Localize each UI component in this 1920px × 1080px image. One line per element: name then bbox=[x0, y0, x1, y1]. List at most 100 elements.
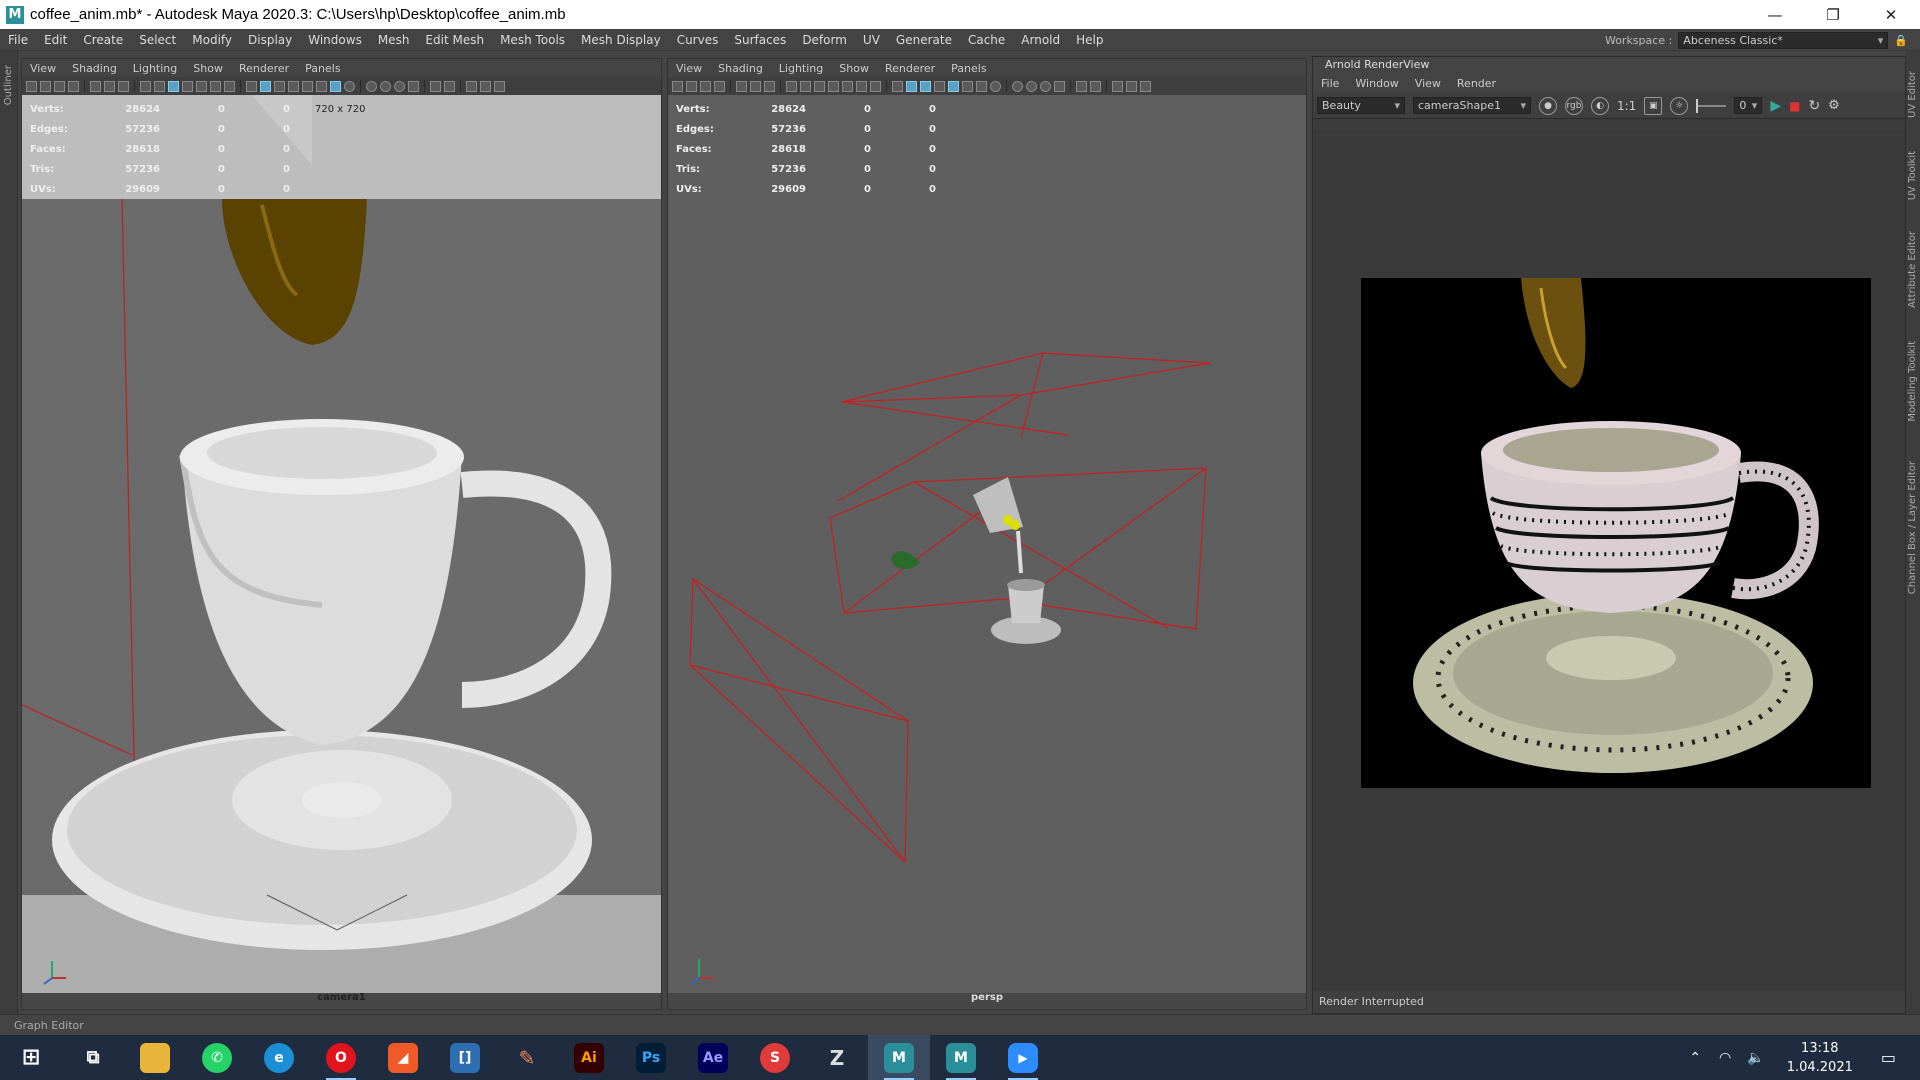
tab-channel-box[interactable]: Channel Box / Layer Editor bbox=[1907, 461, 1918, 594]
minimize-button[interactable]: — bbox=[1746, 0, 1804, 29]
menu-display[interactable]: Display bbox=[240, 33, 300, 47]
menu-curves[interactable]: Curves bbox=[669, 33, 727, 47]
menu-cache[interactable]: Cache bbox=[960, 33, 1013, 47]
exposure-slider[interactable] bbox=[1696, 98, 1727, 113]
smooth-shade-icon[interactable] bbox=[260, 80, 271, 92]
menu-mesh-display[interactable]: Mesh Display bbox=[573, 33, 669, 47]
taskbar-zbrush[interactable]: Z bbox=[806, 1035, 868, 1080]
gamma-icon[interactable] bbox=[480, 80, 491, 92]
default-material-icon[interactable] bbox=[920, 80, 931, 92]
screen-space-ao-icon[interactable] bbox=[366, 80, 377, 92]
color-management-icon[interactable] bbox=[1140, 80, 1151, 92]
menu-mesh-tools[interactable]: Mesh Tools bbox=[492, 33, 573, 47]
render-canvas[interactable] bbox=[1313, 130, 1905, 992]
taskbar-bracket-app[interactable]: [] bbox=[434, 1035, 496, 1080]
vp-menu-view[interactable]: View bbox=[668, 62, 710, 75]
menu-mesh[interactable]: Mesh bbox=[370, 33, 418, 47]
menu-deform[interactable]: Deform bbox=[794, 33, 855, 47]
volume-icon[interactable]: 🔈 bbox=[1747, 1050, 1764, 1066]
exposure-icon[interactable] bbox=[466, 80, 477, 92]
isolate-select-icon[interactable] bbox=[1076, 80, 1087, 92]
taskbar-edge[interactable]: e bbox=[248, 1035, 310, 1080]
motion-blur-icon[interactable] bbox=[380, 80, 391, 92]
start-button[interactable]: ⊞ bbox=[0, 1035, 62, 1080]
isolate-select-icon[interactable] bbox=[430, 80, 441, 92]
field-chart-icon[interactable] bbox=[842, 80, 853, 92]
taskbar-opera[interactable]: O bbox=[310, 1035, 372, 1080]
camera-dropdown[interactable]: cameraShape1 bbox=[1413, 97, 1531, 114]
menu-edit-mesh[interactable]: Edit Mesh bbox=[417, 33, 492, 47]
pen-icon[interactable] bbox=[764, 80, 775, 92]
wireframe-on-shaded-icon[interactable] bbox=[934, 80, 945, 92]
rv-menu-window[interactable]: Window bbox=[1347, 77, 1406, 90]
safe-action-icon[interactable] bbox=[210, 80, 221, 92]
grease-pencil-icon[interactable] bbox=[750, 80, 761, 92]
vp-menu-renderer[interactable]: Renderer bbox=[877, 62, 943, 75]
vp-menu-show[interactable]: Show bbox=[831, 62, 877, 75]
motion-blur-icon[interactable] bbox=[1026, 80, 1037, 92]
outliner-tab[interactable]: Outliner bbox=[0, 51, 18, 1014]
xray-joints-icon[interactable] bbox=[444, 80, 455, 92]
taskbar-whatsapp[interactable]: ✆ bbox=[186, 1035, 248, 1080]
rv-menu-view[interactable]: View bbox=[1407, 77, 1449, 90]
menu-uv[interactable]: UV bbox=[855, 33, 888, 47]
xray-joints-icon[interactable] bbox=[1090, 80, 1101, 92]
taskbar-file-explorer[interactable]: ▬ bbox=[124, 1035, 186, 1080]
safe-title-icon[interactable] bbox=[870, 80, 881, 92]
gate-mask-icon[interactable] bbox=[182, 80, 193, 92]
vp-menu-view[interactable]: View bbox=[22, 62, 64, 75]
aov-dropdown[interactable]: Beauty bbox=[1317, 97, 1405, 114]
color-management-icon[interactable] bbox=[494, 80, 505, 92]
xray-icon[interactable] bbox=[316, 80, 327, 92]
taskbar-photoshop[interactable]: Ps bbox=[620, 1035, 682, 1080]
task-view-button[interactable]: ⧉ bbox=[62, 1035, 124, 1080]
menu-windows[interactable]: Windows bbox=[300, 33, 370, 47]
use-lights-icon[interactable] bbox=[330, 80, 341, 92]
taskbar-maya-1[interactable]: M bbox=[868, 1035, 930, 1080]
vp-menu-panels[interactable]: Panels bbox=[297, 62, 348, 75]
taskbar-after-effects[interactable]: Ae bbox=[682, 1035, 744, 1080]
bookmark-icon[interactable] bbox=[700, 80, 711, 92]
menu-modify[interactable]: Modify bbox=[184, 33, 240, 47]
default-material-icon[interactable] bbox=[274, 80, 285, 92]
wireframe-icon[interactable] bbox=[246, 80, 257, 92]
image-plane-icon[interactable] bbox=[68, 80, 79, 92]
rgb-channel-icon[interactable]: rgb bbox=[1565, 96, 1583, 115]
depth-of-field-icon[interactable] bbox=[1054, 80, 1065, 92]
ipr-render-icon[interactable]: ▶ bbox=[1770, 98, 1781, 114]
chevron-up-icon[interactable]: ⌃ bbox=[1689, 1050, 1701, 1066]
resolution-gate-icon[interactable] bbox=[168, 80, 179, 92]
camera-attr-icon[interactable] bbox=[40, 80, 51, 92]
menu-help[interactable]: Help bbox=[1068, 33, 1111, 47]
menu-file[interactable]: File bbox=[0, 33, 36, 47]
image-plane-icon[interactable] bbox=[714, 80, 725, 92]
2d-pan-icon[interactable] bbox=[90, 80, 101, 92]
taskbar-pencil[interactable]: ✎ bbox=[496, 1035, 558, 1080]
vp-menu-lighting[interactable]: Lighting bbox=[771, 62, 831, 75]
rv-menu-file[interactable]: File bbox=[1313, 77, 1347, 90]
film-gate-icon[interactable] bbox=[154, 80, 165, 92]
system-clock[interactable]: 13:18 1.04.2021 bbox=[1787, 1039, 1853, 1077]
shadows-icon[interactable] bbox=[990, 80, 1001, 92]
bookmark-icon[interactable] bbox=[54, 80, 65, 92]
gamma-icon[interactable] bbox=[1126, 80, 1137, 92]
screen-space-ao-icon[interactable] bbox=[1012, 80, 1023, 92]
tab-uv-editor[interactable]: UV Editor bbox=[1907, 71, 1918, 118]
tab-uv-toolkit[interactable]: UV Toolkit bbox=[1907, 151, 1918, 200]
gate-mask-icon[interactable] bbox=[828, 80, 839, 92]
exposure-icon[interactable]: ☼ bbox=[1670, 96, 1689, 115]
camera-attr-icon[interactable] bbox=[686, 80, 697, 92]
exposure-field[interactable]: 0 bbox=[1734, 97, 1763, 114]
resolution-gate-icon[interactable] bbox=[814, 80, 825, 92]
vp-menu-shading[interactable]: Shading bbox=[64, 62, 125, 75]
taskbar-illustrator[interactable]: Ai bbox=[558, 1035, 620, 1080]
anti-alias-icon[interactable] bbox=[394, 80, 405, 92]
taskbar-substance[interactable]: S bbox=[744, 1035, 806, 1080]
menu-select[interactable]: Select bbox=[131, 33, 184, 47]
shadows-icon[interactable] bbox=[344, 80, 355, 92]
wifi-icon[interactable]: ◠ bbox=[1719, 1050, 1731, 1066]
notifications-icon[interactable]: ▭ bbox=[1881, 1048, 1896, 1067]
2d-pan-icon[interactable] bbox=[736, 80, 747, 92]
menu-generate[interactable]: Generate bbox=[888, 33, 960, 47]
restore-button[interactable]: ❐ bbox=[1804, 0, 1862, 29]
